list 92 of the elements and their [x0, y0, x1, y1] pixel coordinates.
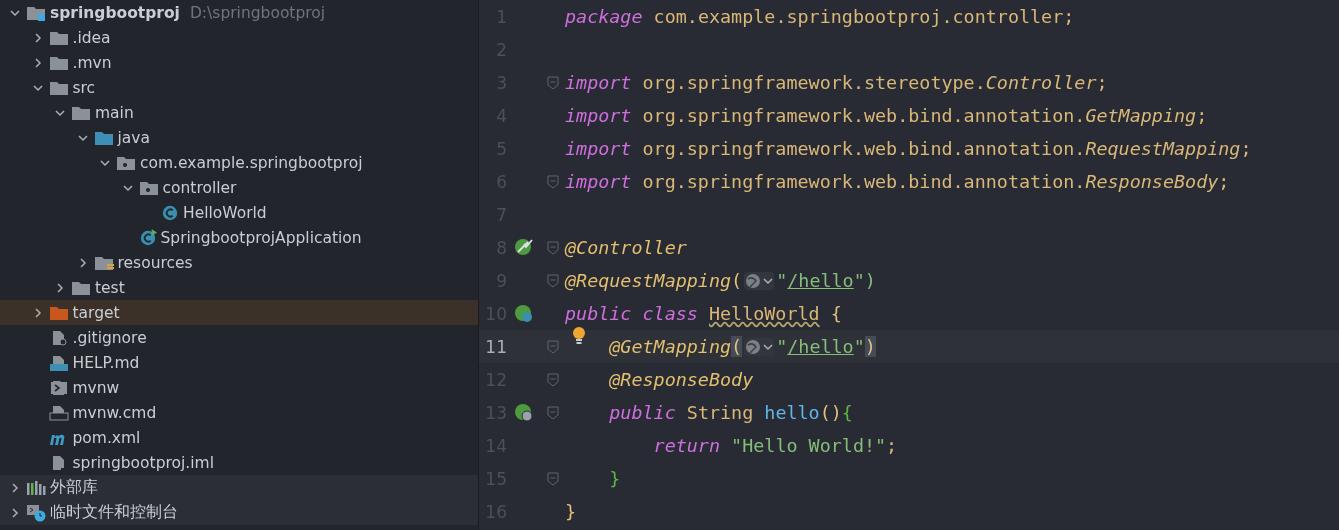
code-token: " — [776, 336, 788, 357]
code-token: ") — [853, 270, 876, 291]
folder-icon — [71, 279, 91, 296]
folder-icon — [26, 4, 46, 21]
globe-icon[interactable] — [744, 337, 775, 356]
code-token: ) — [864, 336, 876, 357]
folder-icon — [71, 104, 91, 121]
chevron-icon[interactable] — [9, 506, 21, 519]
class-icon — [138, 228, 157, 247]
code-token: () — [819, 402, 842, 423]
project-path: D:\springbootproj — [189, 3, 326, 22]
bulb-icon[interactable] — [572, 326, 586, 346]
library-icon — [26, 479, 46, 496]
tree-item[interactable]: SpringbootprojApplication — [160, 228, 362, 247]
folder-icon — [93, 129, 114, 146]
code-token: /hello — [787, 336, 854, 357]
folder-icon — [48, 79, 69, 96]
code-token: /hello — [787, 270, 854, 291]
line-number: 11 — [484, 336, 507, 357]
code-token: { — [829, 303, 842, 324]
tree-item[interactable]: java — [117, 128, 150, 147]
folder-icon — [116, 154, 136, 171]
code-token: @ResponseBody — [608, 369, 754, 390]
code-token: ; — [1096, 72, 1108, 93]
code-token: import — [565, 171, 632, 192]
code-token: org.springframework.web.bind.annotation. — [641, 171, 1086, 192]
tree-item[interactable]: .idea — [72, 28, 111, 47]
tree-item[interactable]: HelloWorld — [183, 203, 267, 222]
tree-item[interactable]: springbootproj.iml — [72, 453, 214, 472]
code-token: org.springframework.web.bind.annotation. — [641, 105, 1086, 126]
code-token: package — [565, 6, 643, 27]
code-token: RequestMapping — [1085, 138, 1241, 159]
tree-item[interactable]: mvnw.cmd — [72, 403, 157, 422]
file-icon — [48, 404, 69, 421]
file-icon — [48, 379, 69, 396]
code-token: " — [853, 336, 865, 357]
code-token: import — [565, 72, 632, 93]
code-token: ; — [1240, 138, 1252, 159]
code-token: Controller — [985, 72, 1097, 93]
folder-icon — [48, 304, 69, 321]
code-token: ( — [731, 270, 743, 291]
tree-item[interactable]: target — [72, 303, 120, 322]
tree-item[interactable]: .mvn — [72, 53, 112, 72]
tree-item[interactable]: pom.xml — [72, 428, 141, 447]
code-token: org.springframework.web.bind.annotation. — [641, 138, 1086, 159]
code-token: import — [565, 138, 632, 159]
code-token: public — [608, 402, 676, 423]
code-token: } — [565, 501, 577, 522]
bean-icon[interactable] — [514, 237, 534, 258]
code-token: ; — [886, 435, 898, 456]
file-icon — [48, 354, 69, 371]
code-token: public class — [565, 303, 699, 324]
tree-item[interactable]: main — [95, 103, 134, 122]
tree-item[interactable]: controller — [162, 178, 237, 197]
tree-item[interactable]: src — [72, 78, 96, 97]
web-bean-icon[interactable] — [514, 402, 534, 423]
folder-icon — [93, 254, 114, 271]
tree-item[interactable]: 外部库 — [50, 477, 98, 498]
folder-icon — [138, 179, 159, 196]
tree-item[interactable]: springbootproj — [50, 3, 180, 22]
scratch-icon — [26, 503, 46, 522]
code-token: "Hello World!" — [730, 435, 887, 456]
code-token: ; — [1196, 105, 1208, 126]
tree-item[interactable]: HELP.md — [72, 353, 140, 372]
code-token: ResponseBody — [1085, 171, 1219, 192]
code-token: com.example.springbootproj.controller; — [652, 6, 1075, 27]
code-token: hello — [764, 402, 820, 423]
code-token: org.springframework.stereotype. — [641, 72, 986, 93]
code-token: @Controller — [565, 237, 687, 258]
code-token: import — [565, 105, 632, 126]
chevron-icon[interactable] — [9, 481, 21, 494]
tree-item[interactable]: resources — [117, 253, 193, 272]
folder-icon — [48, 54, 69, 71]
code-token: HelloWorld — [708, 303, 820, 324]
class-icon — [161, 203, 179, 222]
globe-icon[interactable] — [744, 271, 775, 290]
code-token: ( — [731, 336, 743, 357]
code-token: String — [685, 402, 755, 423]
code-token: return — [652, 435, 720, 456]
code-token: GetMapping — [1085, 105, 1197, 126]
code-token: @GetMapping — [608, 336, 732, 357]
folder-icon — [48, 29, 69, 46]
code-token: ; — [1218, 171, 1230, 192]
code-token: @RequestMapping — [565, 270, 732, 291]
tree-item[interactable]: mvnw — [72, 378, 120, 397]
tree-item[interactable]: .gitignore — [72, 328, 147, 347]
tree-item[interactable]: test — [95, 278, 125, 297]
tree-item[interactable]: com.example.springbootproj — [140, 153, 363, 172]
code-token: " — [776, 270, 788, 291]
code-token: } — [608, 468, 621, 489]
code-token: { — [841, 402, 853, 423]
chevron-icon[interactable] — [54, 281, 66, 294]
